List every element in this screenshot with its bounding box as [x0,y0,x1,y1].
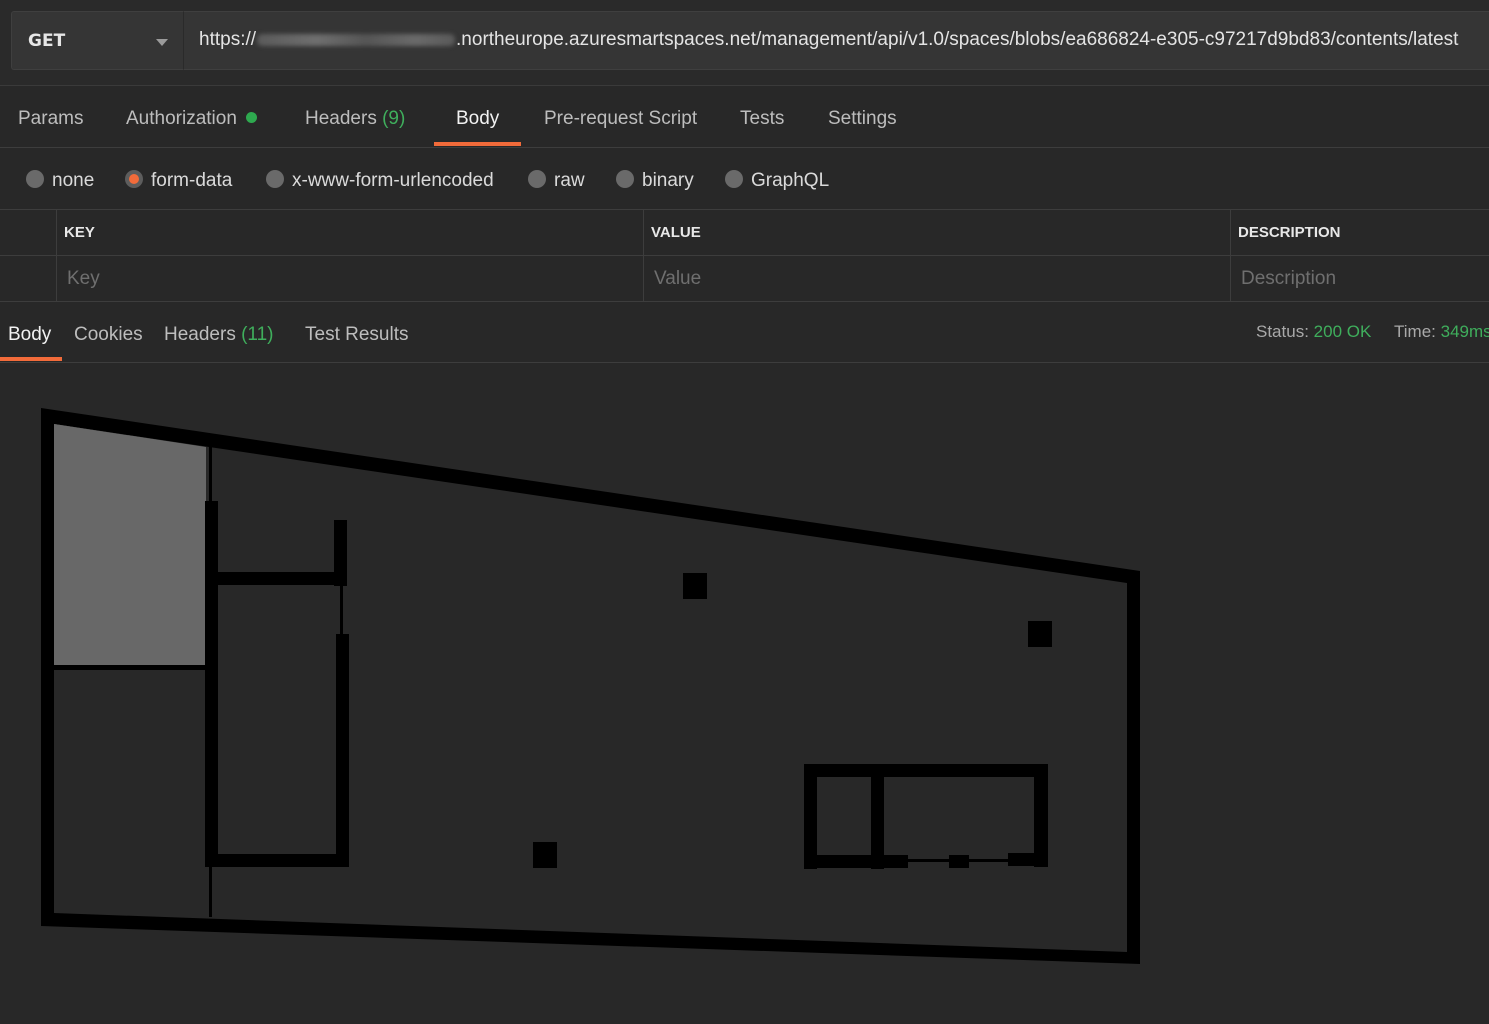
table-divider [1230,210,1231,302]
url-suffix: .northeurope.azuresmartspaces.net/manage… [456,29,1459,50]
column [1028,621,1052,647]
status-label: Status: [1256,322,1309,341]
tab-label: Pre-request Script [544,108,698,129]
tab-label: Headers [305,108,377,129]
request-tabs: Params Authorization Headers (9) Body Pr… [0,86,1489,148]
active-tab-indicator [434,142,521,146]
radio-icon [528,170,546,188]
url-input[interactable]: https:// .northeurope.azuresmartspaces.ne… [184,11,1489,70]
tab-label: Tests [740,108,785,129]
url-prefix: https:// [199,29,257,50]
radio-label: binary [642,170,694,191]
value-input[interactable] [654,262,1224,296]
tab-label: Settings [828,108,897,129]
response-tab-test-results[interactable]: Test Results [305,324,408,346]
tab-pre-request-script[interactable]: Pre-request Script [544,108,697,130]
time-label: Time: [1394,322,1436,341]
tab-count-badge: (11) [241,324,274,345]
radio-checked-icon [125,170,143,188]
time-value: 349ms [1440,322,1489,341]
response-tabs: Body Cookies Headers (11) Test Results S… [0,302,1489,363]
radio-label: x-www-form-urlencoded [292,170,494,191]
column [683,573,707,599]
tab-label: Body [8,324,52,345]
key-input[interactable] [67,262,637,296]
url-text: https:// .northeurope.azuresmartspaces.ne… [199,29,1458,51]
response-body-viewer [0,363,1489,1024]
radio-icon [26,170,44,188]
method-select[interactable]: GET [11,11,184,70]
tab-label: Authorization [126,108,237,129]
active-tab-indicator [0,357,62,361]
table-divider [0,255,1489,256]
tab-headers[interactable]: Headers (9) [305,108,405,130]
tab-label: Params [18,108,84,129]
column-header-description: DESCRIPTION [1238,224,1341,241]
table-divider [56,210,57,302]
radio-binary[interactable]: binary [616,170,694,192]
radio-none[interactable]: none [26,170,94,192]
floorplan-image [41,408,1140,964]
radio-raw[interactable]: raw [528,170,585,192]
radio-form-data[interactable]: form-data [125,170,232,192]
column [533,842,557,868]
method-label: GET [28,31,66,51]
tab-authorization[interactable]: Authorization [126,108,257,130]
tab-label: Headers [164,324,236,345]
radio-icon [616,170,634,188]
status-dot-icon [245,112,257,123]
response-tab-body[interactable]: Body [8,324,51,346]
radio-x-www-form-urlencoded[interactable]: x-www-form-urlencoded [266,170,494,192]
radio-label: GraphQL [751,170,830,191]
description-input[interactable] [1241,262,1481,296]
tab-count-badge: (9) [382,108,406,129]
status-value: 200 OK [1313,322,1372,341]
response-time: Time: 349ms [1394,322,1489,342]
request-bar: GET https:// .northeurope.azuresmartspace… [0,0,1489,86]
radio-graphql[interactable]: GraphQL [725,170,829,192]
tab-label: Cookies [74,324,143,345]
table-divider [643,210,644,302]
radio-icon [725,170,743,188]
tab-tests[interactable]: Tests [740,108,784,130]
radio-icon [266,170,284,188]
column-header-key: KEY [64,224,95,241]
tab-params[interactable]: Params [18,108,83,130]
tab-label: Body [456,108,500,129]
tab-settings[interactable]: Settings [828,108,897,130]
tab-label: Test Results [305,324,409,345]
radio-label: form-data [151,170,233,191]
form-data-table: KEY VALUE DESCRIPTION [0,210,1489,302]
response-status: Status: 200 OK [1256,322,1371,342]
column-header-value: VALUE [651,224,701,241]
response-tab-headers[interactable]: Headers (11) [164,324,274,346]
radio-label: raw [554,170,585,191]
radio-label: none [52,170,95,191]
body-type-selector: none form-data x-www-form-urlencoded raw… [0,148,1489,210]
chevron-down-icon [156,39,168,46]
tab-body[interactable]: Body [456,108,499,130]
redacted-hostname [257,33,456,46]
response-tab-cookies[interactable]: Cookies [74,324,143,346]
